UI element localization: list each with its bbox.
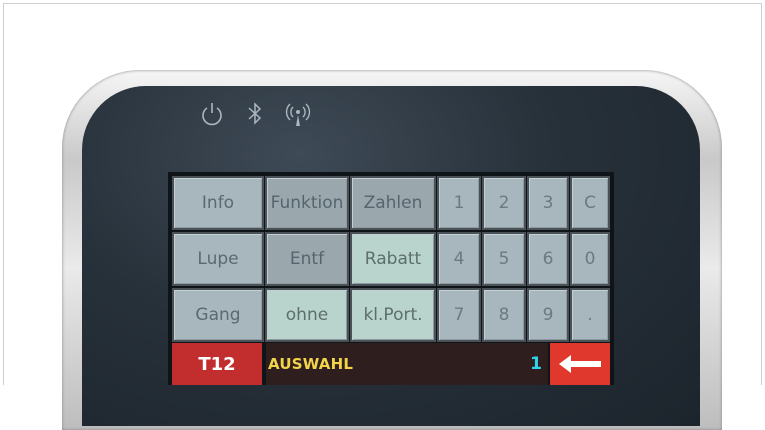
clear-key[interactable]: C <box>570 176 610 230</box>
touch-screen: Info Funktion Zahlen 1 2 3 C Lupe Entf R… <box>168 172 614 385</box>
wireless-icon <box>284 100 312 128</box>
digit-9-key[interactable]: 9 <box>527 288 569 342</box>
ohne-key[interactable]: ohne <box>265 288 349 342</box>
digit-1-key[interactable]: 1 <box>437 176 481 230</box>
quantity-count: 1 <box>530 354 542 374</box>
digit-0-key[interactable]: 0 <box>570 232 610 286</box>
power-icon <box>198 100 226 128</box>
digit-8-key[interactable]: 8 <box>482 288 526 342</box>
arrow-left-icon <box>559 355 601 373</box>
digit-6-key[interactable]: 6 <box>527 232 569 286</box>
back-button[interactable] <box>550 343 610 385</box>
bottom-bar: T12 AUSWAHL 1 <box>172 343 610 385</box>
info-key[interactable]: Info <box>172 176 264 230</box>
digit-3-key[interactable]: 3 <box>527 176 569 230</box>
decimal-key[interactable]: . <box>570 288 610 342</box>
status-display: AUSWAHL 1 <box>266 343 548 385</box>
bluetooth-icon <box>241 100 269 128</box>
digit-2-key[interactable]: 2 <box>482 176 526 230</box>
digit-7-key[interactable]: 7 <box>437 288 481 342</box>
entf-key[interactable]: Entf <box>265 232 349 286</box>
rabatt-key[interactable]: Rabatt <box>350 232 436 286</box>
kl-port-key[interactable]: kl.Port. <box>350 288 436 342</box>
funktion-key[interactable]: Funktion <box>265 176 349 230</box>
status-label: AUSWAHL <box>268 355 354 373</box>
lupe-key[interactable]: Lupe <box>172 232 264 286</box>
digit-4-key[interactable]: 4 <box>437 232 481 286</box>
digit-5-key[interactable]: 5 <box>482 232 526 286</box>
gang-key[interactable]: Gang <box>172 288 264 342</box>
zahlen-key[interactable]: Zahlen <box>350 176 436 230</box>
table-button[interactable]: T12 <box>172 343 264 385</box>
